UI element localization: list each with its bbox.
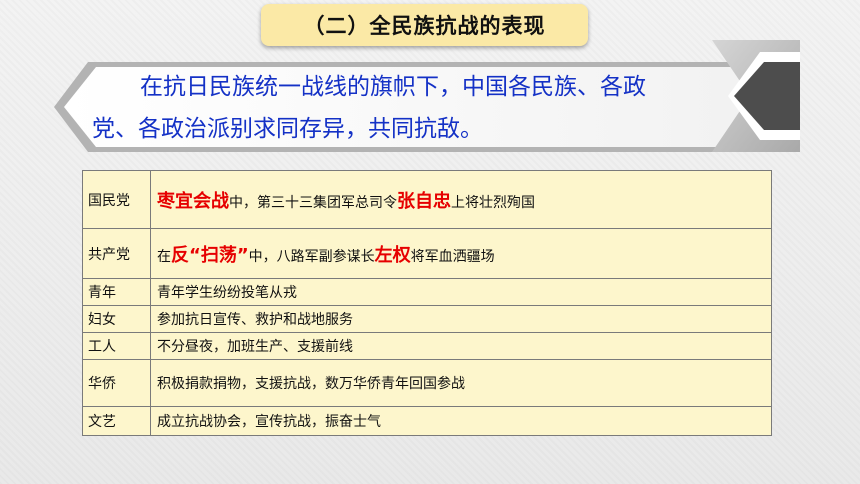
row-description: 不分昼夜，加班生产、支援前线 [150, 332, 772, 360]
row-category: 青年 [82, 278, 151, 306]
description-text: 中，第三十三集团军总司令 [229, 194, 397, 211]
row-category: 工人 [82, 332, 151, 360]
highlighted-term: 张自忠 [397, 190, 451, 212]
row-category: 文艺 [82, 406, 151, 436]
table-row: 工人 不分昼夜，加班生产、支援前线 [82, 332, 772, 360]
row-category: 共产党 [82, 228, 151, 279]
description-text: 青年学生纷纷投笔从戎 [157, 285, 297, 301]
description-text: 上将壮烈殉国 [451, 194, 535, 211]
row-description: 积极捐款捐物，支援抗战，数万华侨青年回国参战 [150, 359, 772, 407]
table-row: 共产党 在反“扫荡”中，八路军副参谋长左权将军血洒疆场 [82, 228, 772, 279]
table-row: 文艺 成立抗战协会，宣传抗战，振奋士气 [82, 406, 772, 436]
table-row: 青年 青年学生纷纷投笔从戎 [82, 278, 772, 306]
description-text: 不分昼夜，加班生产、支援前线 [157, 339, 353, 355]
highlighted-term: 枣宜会战 [157, 190, 229, 212]
description-text: 参加抗日宣传、救护和战地服务 [157, 312, 353, 328]
highlighted-term: 左权 [374, 244, 411, 266]
description-text: 将军血洒疆场 [410, 248, 495, 265]
row-category: 国民党 [82, 170, 151, 229]
row-category: 妇女 [82, 305, 151, 333]
table-body: 国民党 枣宜会战中，第三十三集团军总司令张自忠上将壮烈殉国 共产党 在反“扫荡”中，八… [82, 170, 772, 436]
intro-line-2: 党、各政治派别求同存异，共同抗敌。 [92, 116, 483, 142]
table-row: 妇女 参加抗日宣传、救护和战地服务 [82, 305, 772, 333]
intro-text: 在抗日民族统一战线的旗帜下，中国各民族、各政 党、各政治派别求同存异，共同抗敌。 [92, 66, 712, 150]
row-description: 枣宜会战中，第三十三集团军总司令张自忠上将壮烈殉国 [150, 170, 772, 229]
row-description: 青年学生纷纷投笔从戎 [150, 278, 772, 306]
description-text: 中，八路军副参谋长 [248, 248, 375, 265]
table-row: 华侨 积极捐款捐物，支援抗战，数万华侨青年回国参战 [82, 359, 772, 407]
row-description: 成立抗战协会，宣传抗战，振奋士气 [150, 406, 772, 436]
row-category: 华侨 [82, 359, 151, 407]
row-description: 在反“扫荡”中，八路军副参谋长左权将军血洒疆场 [150, 228, 772, 279]
table-row: 国民党 枣宜会战中，第三十三集团军总司令张自忠上将壮烈殉国 [82, 170, 772, 229]
description-text: 成立抗战协会，宣传抗战，振奋士气 [157, 414, 381, 430]
row-description: 参加抗日宣传、救护和战地服务 [150, 305, 772, 333]
contribution-table: 国民党 枣宜会战中，第三十三集团军总司令张自忠上将壮烈殉国 共产党 在反“扫荡”中，八… [82, 170, 772, 436]
highlighted-term: 反“扫荡” [171, 244, 249, 266]
description-text: 积极捐款捐物，支援抗战，数万华侨青年回国参战 [157, 376, 465, 392]
description-text: 在 [157, 248, 171, 265]
intro-line-1: 在抗日民族统一战线的旗帜下，中国各民族、各政 [140, 74, 646, 100]
